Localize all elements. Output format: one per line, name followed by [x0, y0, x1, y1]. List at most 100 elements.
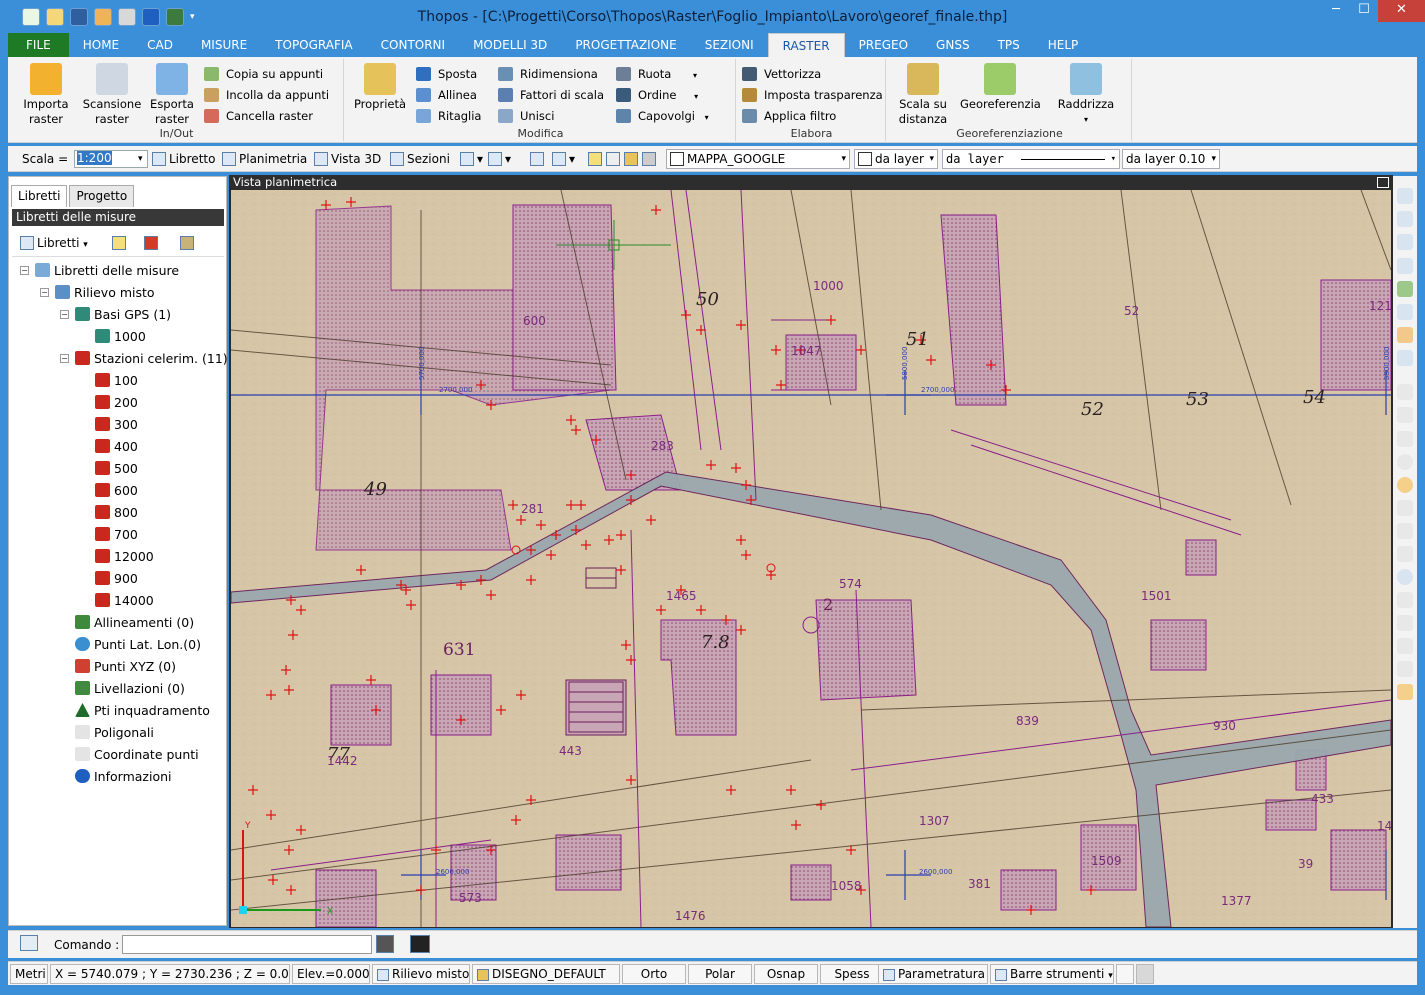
- list-icon[interactable]: [410, 935, 433, 955]
- georeferenzia-button[interactable]: Georeferenzia: [960, 63, 1041, 112]
- tab-contorni[interactable]: CONTORNI: [367, 33, 459, 57]
- maximize-view-button[interactable]: [1377, 177, 1389, 188]
- cancella-raster-button[interactable]: Cancella raster: [204, 107, 313, 125]
- tab-progettazione[interactable]: PROGETTAZIONE: [561, 33, 690, 57]
- ruota-button[interactable]: Ruota ▾: [616, 65, 697, 83]
- zoom-extents-icon[interactable]: [1397, 188, 1413, 204]
- scale-input[interactable]: 1:200: [74, 150, 148, 168]
- lightbulb-icon[interactable]: [112, 234, 129, 252]
- snap-quadrant-icon[interactable]: [1397, 477, 1413, 493]
- tree-node-punti-lat-lon[interactable]: Punti Lat. Lon.(0): [75, 635, 201, 655]
- zoom-out-icon[interactable]: [1397, 281, 1413, 297]
- proprieta-button[interactable]: Proprietà: [350, 63, 410, 112]
- tree-node-stazione[interactable]: 200: [95, 393, 138, 413]
- vista-3d-button[interactable]: Vista 3D: [314, 150, 381, 168]
- zoom-101-icon[interactable]: [1397, 234, 1413, 250]
- color-select[interactable]: da layer ▾: [854, 149, 938, 169]
- tree-node-rilievo-misto[interactable]: Rilievo misto: [55, 283, 155, 303]
- spess-toggle[interactable]: Spess: [820, 964, 884, 984]
- elevation-field[interactable]: Elev.=0.000: [292, 964, 370, 984]
- tree-node-informazioni[interactable]: Informazioni: [75, 767, 172, 787]
- tree-node-basi-gps[interactable]: Basi GPS (1): [75, 305, 171, 325]
- tree-node-stazione[interactable]: 600: [95, 481, 138, 501]
- copia-appunti-button[interactable]: Copia su appunti: [204, 65, 323, 83]
- sezioni-button[interactable]: Sezioni: [390, 150, 450, 168]
- collapse-icon[interactable]: −: [60, 354, 69, 363]
- snap-nearest-icon[interactable]: [1397, 592, 1413, 608]
- raddrizza-button[interactable]: Raddrizza ▾: [1048, 63, 1124, 127]
- tree-node-livellazioni[interactable]: Livellazioni (0): [75, 679, 185, 699]
- libretto-button[interactable]: Libretto: [152, 150, 215, 168]
- command-history-icon[interactable]: [20, 935, 41, 953]
- tree-node-stazioni[interactable]: Stazioni celerim. (11): [75, 349, 228, 369]
- snap-node-icon[interactable]: [1397, 615, 1413, 631]
- station-icon[interactable]: [144, 234, 161, 252]
- tree-node-stazione[interactable]: 700: [95, 525, 138, 545]
- osnap-toggle[interactable]: Osnap: [754, 964, 818, 984]
- tab-cad[interactable]: CAD: [133, 33, 187, 57]
- tab-gnss[interactable]: GNSS: [922, 33, 984, 57]
- layers-stack-icon[interactable]: [530, 150, 547, 168]
- snap-perpendicular-icon[interactable]: [1397, 546, 1413, 562]
- importa-raster-button[interactable]: Importa raster: [14, 63, 78, 127]
- applica-filtro-button[interactable]: Applica filtro: [742, 107, 836, 125]
- orto-toggle[interactable]: Orto: [622, 964, 686, 984]
- layers-dropdown-icon[interactable]: ▾: [552, 150, 575, 168]
- cadastral-map[interactable]: Y X 50 51 52 53 54 49 7.8 631 77 2 600 1…: [231, 190, 1391, 927]
- tree-node-stazione[interactable]: 100: [95, 371, 138, 391]
- collapse-icon[interactable]: −: [20, 266, 29, 275]
- esporta-raster-button[interactable]: Esporta raster: [144, 63, 200, 127]
- settings-gear-icon[interactable]: [1136, 964, 1154, 984]
- minimize-button[interactable]: ─: [1322, 0, 1350, 22]
- lineweight-select[interactable]: da layer 0.10 ▾: [1122, 149, 1220, 169]
- bulb-off-icon[interactable]: [606, 150, 623, 168]
- fattori-scala-button[interactable]: Fattori di scala: [498, 86, 604, 104]
- tab-file[interactable]: FILE: [8, 33, 69, 57]
- tree-node-stazione[interactable]: 400: [95, 437, 138, 457]
- snap-midpoint-icon[interactable]: [1397, 431, 1413, 447]
- tab-raster[interactable]: RASTER: [767, 33, 845, 57]
- tree-node-punti-xyz[interactable]: Punti XYZ (0): [75, 657, 176, 677]
- tab-tps[interactable]: TPS: [984, 33, 1034, 57]
- snap-insert-icon[interactable]: [1397, 661, 1413, 677]
- snap-intersection-icon[interactable]: [1397, 500, 1413, 516]
- map-canvas[interactable]: Y X 50 51 52 53 54 49 7.8 631 77 2 600 1…: [231, 190, 1391, 927]
- tab-modelli-3d[interactable]: MODELLI 3D: [459, 33, 561, 57]
- capovolgi-dropdown-icon[interactable]: ▾: [705, 113, 709, 122]
- tree-node-base-1000[interactable]: 1000: [95, 327, 146, 347]
- sposta-button[interactable]: Sposta: [416, 65, 477, 83]
- tab-progetto[interactable]: Progetto: [69, 185, 135, 207]
- tree-node-poligonali[interactable]: Poligonali: [75, 723, 154, 743]
- raddrizza-dropdown-icon[interactable]: ▾: [1048, 112, 1124, 127]
- tree-node-stazione[interactable]: 500: [95, 459, 138, 479]
- hourglass-icon[interactable]: [180, 234, 197, 252]
- tab-home[interactable]: HOME: [69, 33, 133, 57]
- collapse-icon[interactable]: −: [60, 310, 69, 319]
- ordine-dropdown-icon[interactable]: ▾: [694, 92, 698, 101]
- ritaglia-button[interactable]: Ritaglia: [416, 107, 481, 125]
- regen-icon[interactable]: [1397, 350, 1413, 366]
- libretti-menu-button[interactable]: Libretti ▾: [20, 234, 88, 254]
- allinea-button[interactable]: Allinea: [416, 86, 477, 104]
- units-field[interactable]: Metri: [10, 964, 48, 984]
- tree-node-stazione[interactable]: 300: [95, 415, 138, 435]
- tab-misure[interactable]: MISURE: [187, 33, 261, 57]
- snap-tangent-icon[interactable]: [1397, 569, 1413, 585]
- current-layer[interactable]: DISEGNO_DEFAULT: [472, 964, 620, 984]
- bulb-on-icon[interactable]: [588, 150, 605, 168]
- calculator-icon[interactable]: [376, 935, 397, 955]
- collapse-icon[interactable]: −: [40, 288, 49, 297]
- fullscreen-icon[interactable]: [1116, 964, 1134, 984]
- zoom-window-icon[interactable]: [1397, 211, 1413, 227]
- command-input[interactable]: [122, 935, 372, 954]
- ridimensiona-button[interactable]: Ridimensiona: [498, 65, 598, 83]
- zoom-in-icon[interactable]: [1397, 258, 1413, 274]
- snap-center-icon[interactable]: [1397, 454, 1413, 470]
- polar-toggle[interactable]: Polar: [688, 964, 752, 984]
- tree-node-stazione[interactable]: 12000: [95, 547, 154, 567]
- capovolgi-button[interactable]: Capovolgi ▾: [616, 107, 709, 125]
- tab-pregeo[interactable]: PREGEO: [845, 33, 922, 57]
- tab-sezioni[interactable]: SEZIONI: [691, 33, 768, 57]
- unisci-button[interactable]: Unisci: [498, 107, 554, 125]
- imposta-trasparenza-button[interactable]: Imposta trasparenza: [742, 86, 883, 104]
